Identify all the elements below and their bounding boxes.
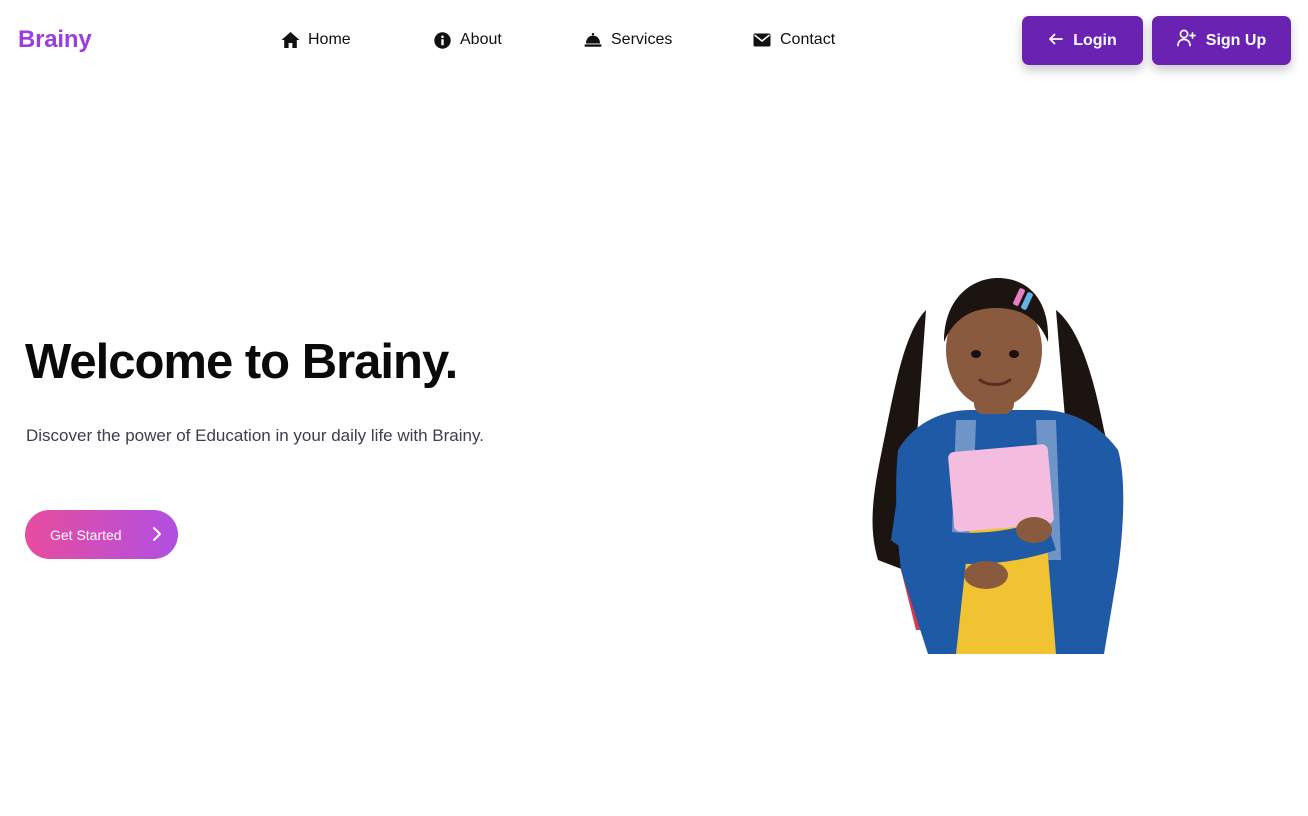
login-button[interactable]: Login (1022, 16, 1143, 65)
signup-label: Sign Up (1205, 31, 1267, 49)
envelope-icon (752, 30, 772, 50)
nav-item-home[interactable]: Home (280, 30, 351, 50)
signup-button[interactable]: Sign Up (1152, 16, 1291, 65)
login-label: Login (1073, 31, 1117, 49)
site-header: Brainy Home About Services Contact Login… (0, 0, 1308, 82)
hero-subtitle: Discover the power of Education in your … (26, 426, 484, 445)
home-icon (280, 30, 300, 50)
arrow-left-icon (1048, 32, 1064, 50)
chevron-right-icon (152, 526, 162, 545)
nav-item-label: Contact (780, 31, 836, 48)
nav-item-label: Services (611, 31, 673, 48)
get-started-label: Get Started (50, 526, 122, 543)
brand-logo[interactable]: Brainy (18, 26, 92, 54)
nav-item-label: About (460, 31, 502, 48)
info-icon (432, 30, 452, 50)
user-plus-icon (1176, 29, 1196, 52)
nav-item-about[interactable]: About (432, 30, 502, 50)
nav-item-services[interactable]: Services (583, 30, 672, 50)
bell-icon (583, 30, 603, 50)
hero-title: Welcome to Brainy. (25, 335, 458, 389)
get-started-button[interactable]: Get Started (25, 510, 178, 559)
nav-item-contact[interactable]: Contact (752, 30, 835, 50)
nav-item-label: Home (308, 31, 351, 48)
hero-student-image (856, 270, 1144, 654)
